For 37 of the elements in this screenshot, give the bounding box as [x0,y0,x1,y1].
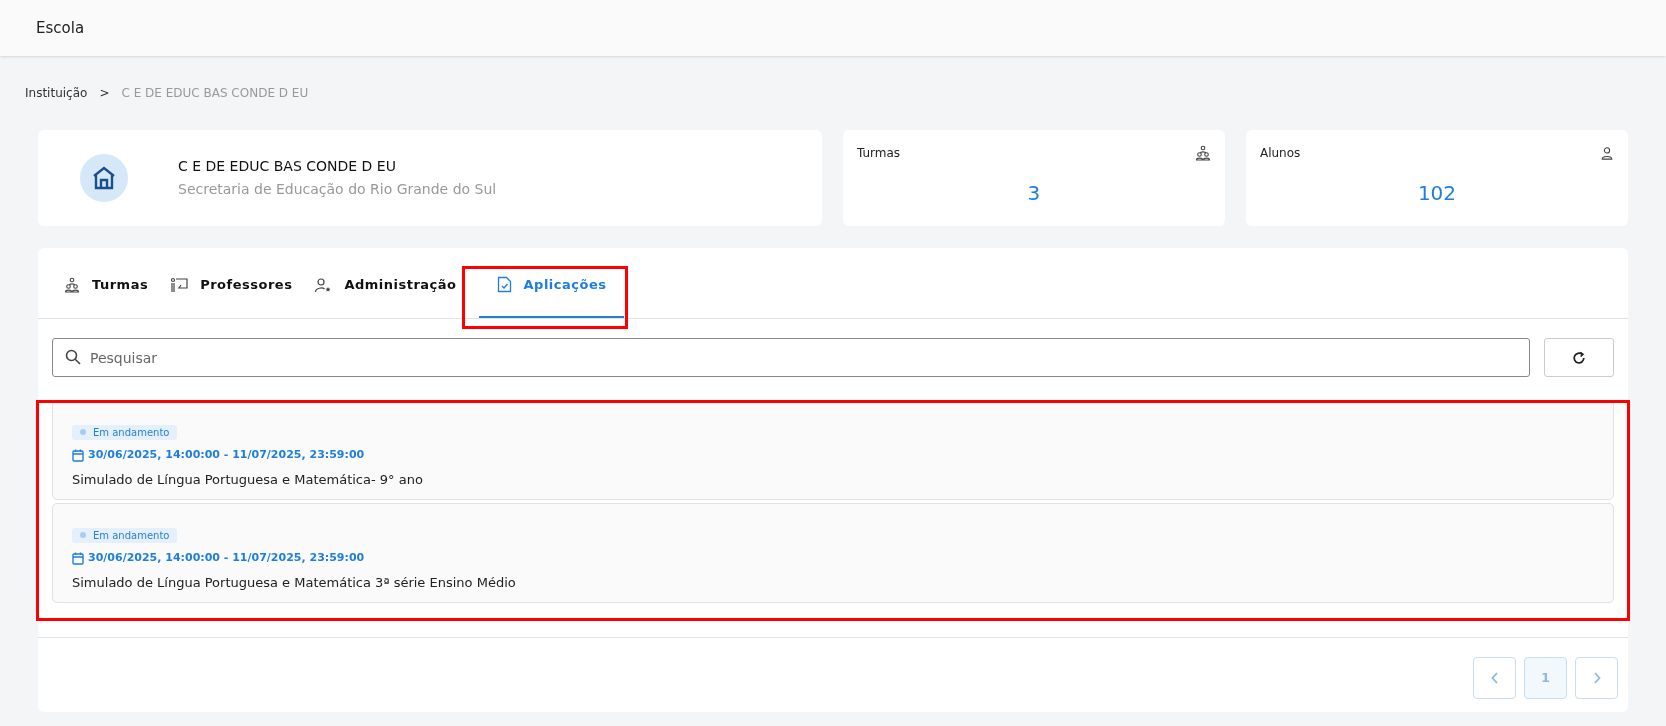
tab[interactable]: Aplicações [478,267,625,318]
chevron-left-icon [1490,672,1499,684]
breadcrumb-link[interactable]: Instituição [25,84,88,102]
status-badge: Em andamento [72,527,178,543]
document-check-icon [496,276,512,293]
date-range: 30/06/2025, 14:00:00 - 11/07/2025, 23:59:00 [88,447,365,463]
search-field[interactable]: Pesquisar [52,338,1530,377]
status-badge: Em andamento [72,424,178,440]
tab[interactable]: Administração [314,267,457,318]
person-icon [1600,146,1614,160]
application-title: Simulado de Língua Portuguesa e Matemática 3ª série Ensino Médio [72,573,517,592]
refresh-button[interactable] [1544,338,1614,377]
teacher-icon [170,276,189,293]
stat-value: 3 [1026,180,1042,207]
app-title: Escola [36,17,85,39]
people-icon [64,276,80,293]
person-star-icon [314,276,333,293]
application-title: Simulado de Língua Portuguesa e Matemática- 9° ano [72,470,424,489]
calendar-icon [72,448,84,462]
search-icon [65,349,81,365]
refresh-icon [1572,350,1586,365]
stat-label: Alunos [1259,145,1301,162]
stat-label: Turmas [856,145,901,162]
chevron-right-icon [1592,672,1601,684]
breadcrumb-current: C E DE EDUC BAS CONDE D EU [121,85,309,102]
breadcrumb-separator: > [99,85,110,102]
application-card[interactable]: Em andamento 30/06/2025, 14:00:00 - 11/07/2025, 23:59:00 Simulado de Língua Portuguesa e Matemática- 9° ano [52,400,1614,500]
calendar-icon [72,551,84,565]
tab[interactable]: Turmas [64,267,149,318]
institution-name: C E DE EDUC BAS CONDE D EU [178,157,397,176]
stat-value: 102 [1416,180,1458,207]
application-card[interactable]: Em andamento 30/06/2025, 14:00:00 - 11/07/2025, 23:59:00 Simulado de Língua Portuguesa e Matemática 3ª série Ensino Médio [52,503,1614,603]
school-icon [80,154,128,202]
institution-subtitle: Secretaria de Educação do Rio Grande do Sul [178,180,497,199]
date-range: 30/06/2025, 14:00:00 - 11/07/2025, 23:59:00 [88,550,365,566]
tab[interactable]: Professores [170,267,293,318]
people-icon [1194,145,1211,161]
